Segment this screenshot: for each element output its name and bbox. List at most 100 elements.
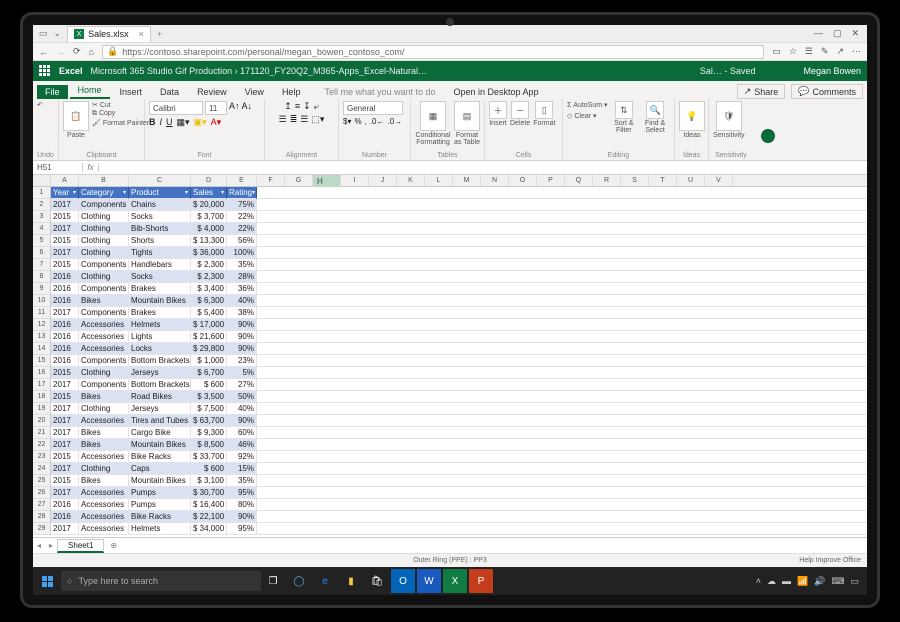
copy-button[interactable]: ⧉ Copy (92, 110, 149, 118)
table-cell[interactable]: Jerseys (129, 403, 191, 415)
table-cell[interactable]: 2016 (51, 319, 79, 331)
table-cell[interactable]: 2016 (51, 271, 79, 283)
table-cell[interactable]: $ 2,300 (191, 259, 227, 271)
close-tab-icon[interactable]: × (139, 29, 144, 39)
table-cell[interactable]: 2017 (51, 439, 79, 451)
spreadsheet-grid[interactable]: ABCDEFGHIJKLMNOPQRSTUV 1Year▾Category▾Pr… (33, 175, 867, 537)
table-cell[interactable]: 28% (227, 271, 257, 283)
table-cell[interactable]: 2017 (51, 307, 79, 319)
table-cell[interactable]: Components (79, 283, 129, 295)
table-cell[interactable]: 22% (227, 223, 257, 235)
table-cell[interactable]: Bikes (79, 475, 129, 487)
table-cell[interactable]: Mountain Bikes (129, 295, 191, 307)
column-header[interactable]: M (453, 175, 481, 186)
table-cell[interactable]: 36% (227, 283, 257, 295)
table-cell[interactable]: Clothing (79, 223, 129, 235)
table-cell[interactable]: $ 34,000 (191, 523, 227, 535)
merge-button[interactable]: ⬚▾ (311, 114, 324, 125)
row-header[interactable]: 28 (33, 511, 51, 523)
breadcrumb[interactable]: Microsoft 365 Studio Gif Production › 17… (91, 66, 428, 76)
table-cell[interactable]: Clothing (79, 211, 129, 223)
table-cell[interactable]: $ 16,400 (191, 499, 227, 511)
edge-icon[interactable]: e (313, 569, 337, 593)
table-cell[interactable]: 2016 (51, 295, 79, 307)
table-cell[interactable]: $ 3,100 (191, 475, 227, 487)
table-cell[interactable]: $ 3,400 (191, 283, 227, 295)
comma-icon[interactable]: , (365, 117, 367, 126)
row-header[interactable]: 24 (33, 463, 51, 475)
column-header[interactable]: G (285, 175, 313, 186)
table-cell[interactable]: $ 600 (191, 463, 227, 475)
keyboard-icon[interactable]: ⌨ (831, 576, 844, 587)
row-header[interactable]: 11 (33, 307, 51, 319)
reading-icon[interactable]: ▭ (772, 46, 781, 57)
table-cell[interactable]: 2016 (51, 331, 79, 343)
row-header[interactable]: 6 (33, 247, 51, 259)
table-cell[interactable]: $ 29,800 (191, 343, 227, 355)
find-select-button[interactable]: 🔍Find & Select (640, 101, 670, 134)
table-cell[interactable]: Bikes (79, 439, 129, 451)
table-cell[interactable]: Mountain Bikes (129, 475, 191, 487)
inc-decimal-icon[interactable]: .0← (370, 117, 385, 126)
cut-button[interactable]: ✂ Cut (92, 101, 149, 109)
nav-forward-icon[interactable]: → (56, 47, 65, 57)
tell-me-input[interactable]: Tell me what you want to do (316, 85, 443, 99)
table-header-cell[interactable]: Sales▾ (191, 187, 227, 199)
column-header[interactable]: T (649, 175, 677, 186)
table-cell[interactable]: 2016 (51, 511, 79, 523)
table-cell[interactable]: 95% (227, 523, 257, 535)
table-cell[interactable]: Accessories (79, 319, 129, 331)
align-top-icon[interactable]: ↥ (284, 101, 292, 112)
row-header[interactable]: 29 (33, 523, 51, 535)
table-cell[interactable]: Clothing (79, 367, 129, 379)
table-cell[interactable]: Helmets (129, 523, 191, 535)
tab-view[interactable]: View (237, 85, 272, 99)
table-cell[interactable]: $ 13,300 (191, 235, 227, 247)
delete-cells-button[interactable]: －Delete (510, 101, 530, 127)
column-header[interactable]: P (537, 175, 565, 186)
row-header[interactable]: 23 (33, 451, 51, 463)
align-center-icon[interactable]: ≣ (290, 114, 298, 125)
column-header[interactable]: R (593, 175, 621, 186)
file-explorer-icon[interactable]: ▮ (339, 569, 363, 593)
column-header[interactable]: V (705, 175, 733, 186)
ideas-button[interactable]: 💡Ideas (679, 101, 705, 139)
fill-color-button[interactable]: ▣▾ (194, 117, 207, 128)
table-cell[interactable]: 5% (227, 367, 257, 379)
row-header[interactable]: 25 (33, 475, 51, 487)
table-cell[interactable]: Mountain Bikes (129, 439, 191, 451)
table-cell[interactable]: 90% (227, 319, 257, 331)
wrap-text-icon[interactable]: ⤶ (314, 101, 319, 112)
table-cell[interactable]: $ 33,700 (191, 451, 227, 463)
share-browser-icon[interactable]: ↗ (836, 46, 844, 57)
column-header[interactable]: O (509, 175, 537, 186)
window-minimize-icon[interactable]: — (814, 28, 823, 39)
table-cell[interactable]: $ 17,000 (191, 319, 227, 331)
table-cell[interactable]: Accessories (79, 451, 129, 463)
insert-cells-button[interactable]: ＋Insert (489, 101, 507, 127)
new-tab-button[interactable]: + (151, 29, 168, 39)
undo-button[interactable]: ↶ (37, 101, 43, 109)
table-cell[interactable]: Caps (129, 463, 191, 475)
table-cell[interactable]: 2016 (51, 343, 79, 355)
column-header[interactable]: K (397, 175, 425, 186)
table-cell[interactable]: Accessories (79, 415, 129, 427)
table-header-cell[interactable]: Year▾ (51, 187, 79, 199)
store-icon[interactable]: 🛍 (365, 569, 389, 593)
notes-icon[interactable]: ✎ (821, 46, 829, 57)
table-cell[interactable]: Socks (129, 271, 191, 283)
table-cell[interactable]: Pumps (129, 499, 191, 511)
table-cell[interactable]: Helmets (129, 319, 191, 331)
row-header[interactable]: 16 (33, 367, 51, 379)
column-header[interactable]: F (257, 175, 285, 186)
task-view-icon[interactable]: ❐ (261, 569, 285, 593)
paste-button[interactable]: 📋Paste (63, 101, 89, 139)
table-cell[interactable]: Bikes (79, 295, 129, 307)
table-cell[interactable]: $ 63,700 (191, 415, 227, 427)
underline-button[interactable]: U (166, 117, 173, 128)
table-cell[interactable]: 35% (227, 259, 257, 271)
align-left-icon[interactable]: ☰ (279, 114, 287, 125)
number-format-select[interactable]: General (343, 101, 403, 115)
table-cell[interactable]: Locks (129, 343, 191, 355)
table-cell[interactable]: 80% (227, 499, 257, 511)
